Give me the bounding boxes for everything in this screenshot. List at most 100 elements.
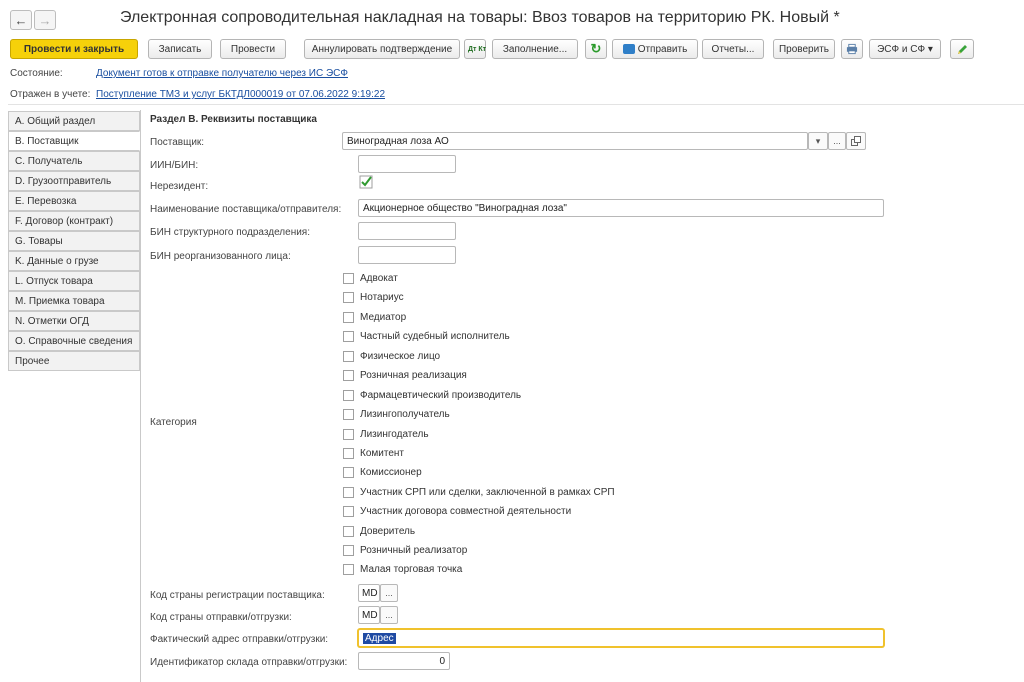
supplier-select-button[interactable]: ... — [828, 132, 846, 150]
category-checkbox[interactable] — [343, 370, 354, 381]
refresh-button[interactable]: ↻ — [585, 39, 607, 59]
reorg-bin-field[interactable] — [358, 246, 456, 264]
address-value: Адрес — [363, 632, 396, 644]
address-field[interactable]: Адрес — [358, 629, 884, 647]
esf-sf-menu-button[interactable]: ЭСФ и СФ ▾ — [869, 39, 941, 59]
category-checkbox[interactable] — [343, 545, 354, 556]
forward-button[interactable]: → — [34, 10, 56, 30]
category-checkbox[interactable] — [343, 506, 354, 517]
category-label-item: Лизингополучатель — [360, 409, 450, 420]
iin-label: ИИН/БИН: — [150, 160, 199, 171]
tab-cargo-data[interactable]: K. Данные о грузе — [8, 251, 140, 271]
tab-goods-release[interactable]: L. Отпуск товара — [8, 271, 140, 291]
iin-field[interactable] — [358, 155, 456, 173]
category-label-item: Участник договора совместной деятельност… — [360, 506, 572, 517]
warehouse-label: Идентификатор склада отправки/отгрузки: — [150, 657, 348, 668]
category-label-item: Розничный реализатор — [360, 545, 468, 556]
reg-country-label: Код страны регистрации поставщика: — [150, 590, 325, 601]
category-checkbox[interactable] — [343, 487, 354, 498]
category-label-item: Комитент — [360, 448, 404, 459]
category-label-item: Частный судебный исполнитель — [360, 331, 510, 342]
category-checkbox[interactable] — [343, 351, 354, 362]
dots-icon: ... — [833, 136, 841, 146]
category-checkbox[interactable] — [343, 448, 354, 459]
edit-button[interactable] — [950, 39, 974, 59]
pencil-icon — [957, 44, 967, 54]
category-checkbox[interactable] — [343, 312, 354, 323]
nonresident-checkbox[interactable] — [359, 175, 373, 189]
category-checkbox[interactable] — [343, 409, 354, 420]
dots-icon: ... — [385, 588, 393, 598]
state-label: Состояние: — [10, 68, 63, 79]
printer-icon — [846, 43, 858, 55]
supplier-name-field[interactable]: Акционерное общество "Виноградная лоза" — [358, 199, 884, 217]
open-icon — [851, 136, 861, 146]
reflected-link[interactable]: Поступление ТМЗ и услуг БКТДЛ000019 от 0… — [96, 89, 385, 100]
struct-bin-field[interactable] — [358, 222, 456, 240]
check-button[interactable]: Проверить — [773, 39, 835, 59]
post-button[interactable]: Провести — [220, 39, 286, 59]
send-button[interactable]: Отправить — [612, 39, 698, 59]
reflected-label: Отражен в учете: — [10, 89, 91, 100]
reports-button[interactable]: Отчеты... — [702, 39, 764, 59]
supplier-name-label: Наименование поставщика/отправителя: — [150, 204, 342, 215]
dt-kt-icon: Дт Кт — [468, 45, 487, 53]
tab-supplier[interactable]: В. Поставщик — [8, 131, 140, 151]
send-label: Отправить — [637, 43, 688, 55]
dots-icon: ... — [385, 610, 393, 620]
refresh-icon: ↻ — [590, 41, 602, 56]
address-label: Фактический адрес отправки/отгрузки: — [150, 634, 329, 645]
save-button[interactable]: Записать — [148, 39, 212, 59]
fill-button[interactable]: Заполнение... — [492, 39, 578, 59]
tab-ogd-marks[interactable]: N. Отметки ОГД — [8, 311, 140, 331]
tab-reference-info[interactable]: O. Справочные сведения — [8, 331, 140, 351]
category-checkbox[interactable] — [343, 331, 354, 342]
tab-transport[interactable]: E. Перевозка — [8, 191, 140, 211]
chevron-down-icon: ▾ — [815, 135, 821, 146]
tab-consignor[interactable]: D. Грузоотправитель — [8, 171, 140, 191]
back-button[interactable]: ← — [10, 10, 32, 30]
divider — [8, 104, 1024, 105]
dt-kt-button[interactable]: Дт Кт — [464, 39, 486, 59]
tab-goods-acceptance[interactable]: M. Приемка товара — [8, 291, 140, 311]
supplier-label: Поставщик: — [150, 137, 205, 148]
supplier-open-button[interactable] — [846, 132, 866, 150]
category-checkbox[interactable] — [343, 429, 354, 440]
content-border — [140, 110, 141, 682]
category-label-item: Медиатор — [360, 312, 407, 323]
category-label-item: Физическое лицо — [360, 351, 441, 362]
reorg-bin-label: БИН реорганизованного лица: — [150, 251, 291, 262]
category-label-item: Розничная реализация — [360, 370, 467, 381]
nonresident-label: Нерезидент: — [150, 181, 209, 192]
supplier-field[interactable]: Виноградная лоза АО — [342, 132, 808, 150]
category-checkbox[interactable] — [343, 292, 354, 303]
supplier-dropdown-button[interactable]: ▾ — [808, 132, 828, 150]
tab-other[interactable]: Прочее — [8, 351, 140, 371]
ship-country-select-button[interactable]: ... — [380, 606, 398, 624]
category-label-item: Фармацевтический производитель — [360, 390, 522, 401]
category-checkbox[interactable] — [343, 526, 354, 537]
category-checkbox[interactable] — [343, 564, 354, 575]
tab-recipient[interactable]: С. Получатель — [8, 151, 140, 171]
post-and-close-button[interactable]: Провести и закрыть — [10, 39, 138, 59]
tab-contract[interactable]: F. Договор (контракт) — [8, 211, 140, 231]
print-button[interactable] — [841, 39, 863, 59]
state-link[interactable]: Документ готов к отправке получателю чер… — [96, 68, 348, 79]
ship-country-field[interactable]: MD — [358, 606, 380, 624]
cancel-confirmation-button[interactable]: Аннулировать подтверждение — [304, 39, 460, 59]
tab-goods[interactable]: G. Товары — [8, 231, 140, 251]
warehouse-field[interactable]: 0 — [358, 652, 450, 670]
page-title: Электронная сопроводительная накладная н… — [120, 9, 840, 26]
category-checkbox[interactable] — [343, 467, 354, 478]
category-checkbox[interactable] — [343, 390, 354, 401]
category-label-item: Участник СРП или сделки, заключенной в р… — [360, 487, 615, 498]
category-label-item: Малая торговая точка — [360, 564, 463, 575]
arrow-right-icon: → — [38, 12, 52, 28]
reg-country-select-button[interactable]: ... — [380, 584, 398, 602]
tab-general[interactable]: А. Общий раздел — [8, 111, 140, 131]
category-label-item: Адвокат — [360, 273, 398, 284]
category-checkbox[interactable] — [343, 273, 354, 284]
reg-country-field[interactable]: MD — [358, 584, 380, 602]
send-icon — [622, 44, 635, 54]
section-title: Раздел B. Реквизиты поставщика — [150, 114, 317, 125]
